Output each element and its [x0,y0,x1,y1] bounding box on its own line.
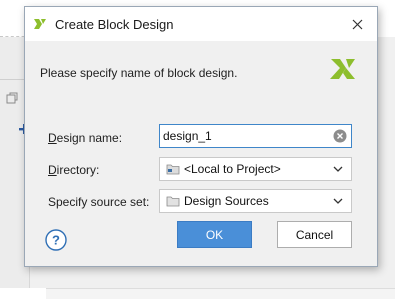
folder-icon [166,164,180,175]
dialog-body: Please specify name of block design. Des… [25,41,377,266]
cancel-button[interactable]: Cancel [277,221,352,248]
directory-label: Directory: [48,163,100,177]
close-button[interactable] [345,13,369,35]
source-set-dropdown[interactable]: Design Sources [159,189,352,213]
instruction-text: Please specify name of block design. [40,66,238,80]
source-set-label: Specify source set: [48,195,150,209]
design-name-label: Design name: [48,131,123,145]
xilinx-logo-icon [330,59,355,79]
source-set-value: Design Sources [184,194,269,208]
ok-button[interactable]: OK [177,221,252,248]
xilinx-logo-icon [34,19,46,29]
dialog-titlebar[interactable]: Create Block Design [25,7,377,41]
folder-icon [166,196,180,207]
restore-icon[interactable] [6,92,18,104]
background-statusbar-cell [0,288,46,299]
create-block-design-dialog: Create Block Design Please specify name … [24,6,378,267]
design-name-input[interactable] [160,126,330,146]
directory-dropdown[interactable]: <Local to Project> [159,157,352,181]
clear-icon[interactable] [333,129,347,143]
dialog-title: Create Block Design [55,17,174,32]
chevron-down-icon[interactable] [333,165,343,173]
help-glyph: ? [52,233,60,248]
chevron-down-icon[interactable] [333,197,343,205]
background-statusbar [0,288,395,299]
help-icon[interactable]: ? [45,229,67,251]
close-icon [352,19,362,29]
directory-value: <Local to Project> [184,162,281,176]
design-name-field[interactable] [159,124,352,148]
